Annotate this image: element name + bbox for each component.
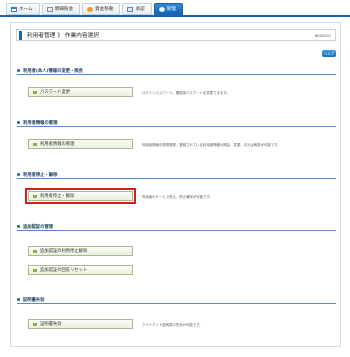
tab-label: 承認 [135,7,145,12]
content-frame: 利用者管理 》 作業内容選択 BRGK001 ヘルプ 利用者(本人)情報の変更・… [10,22,341,347]
section-title: 証明書失効 [23,297,45,303]
tab-label: ホーム [19,7,33,12]
button-label: 追加認証の利用停止解除 [40,249,88,254]
yen-transfer-icon [87,6,94,12]
auth-reset-button[interactable]: 追加認証の回答リセット [28,265,133,275]
item-description: ログインパスワード、確認用パスワードを変更できます。 [142,91,230,95]
tab-approve[interactable]: 承認 [122,3,152,15]
button-label: 追加認証の回答リセット [40,268,88,273]
auth-unlock-button[interactable]: 追加認証の利用停止解除 [28,246,133,256]
title-accent [19,30,22,40]
tab-transfer[interactable]: 資金移動 [82,3,121,15]
page-title: 利用者管理 》 作業内容選択 [27,33,100,39]
button-icon [33,142,37,146]
tab-label: 資金移動 [95,7,114,12]
button-label: 利用者情報の管理 [40,142,75,147]
help-button[interactable]: ヘルプ [322,50,336,57]
section-bullet-icon [17,173,20,176]
tab-admin[interactable]: 管理 [153,3,183,15]
button-icon [33,249,37,253]
section-cert-revoke: 証明書失効 [17,296,336,304]
nav-underline [0,15,350,17]
button-label: パスワード変更 [40,90,71,95]
tab-statement[interactable]: 明細照会 [41,3,81,15]
item-description: クライアント証明書の失効が可能です。 [142,323,203,327]
section-title: 利用者(本人)情報の変更・照会 [23,68,83,74]
section-title: 利用者停止・解除 [23,172,58,178]
section-additional-auth: 追加認証の管理 [17,223,336,231]
button-label: 証明書失効 [40,322,62,327]
item-description: 利用者のサービス停止、停止解除が可能です。 [142,195,213,199]
tab-label: 管理 [166,7,176,12]
screen-id: BRGK001 [314,33,331,38]
tab-label: 明細照会 [54,7,74,12]
section-bullet-icon [17,225,20,228]
cert-revoke-button[interactable]: 証明書失効 [28,319,133,329]
button-icon [33,194,37,198]
section-title: 利用者情報の管理 [23,120,58,126]
page-title-bar: 利用者管理 》 作業内容選択 BRGK001 [16,29,336,41]
section-bullet-icon [17,121,20,124]
section-title: 追加認証の管理 [23,224,54,230]
tab-home[interactable]: ホーム [6,3,40,15]
button-icon [33,268,37,272]
statement-icon [46,6,53,12]
gear-icon [158,6,165,12]
user-management-button[interactable]: 利用者情報の管理 [28,139,133,149]
user-suspend-button[interactable]: 利用者停止・解除 [25,188,136,204]
password-change-button[interactable]: パスワード変更 [28,87,133,97]
home-icon [11,6,17,12]
top-nav: ホーム 明細照会 資金移動 承認 管理 [6,3,183,15]
section-bullet-icon [17,69,20,72]
section-user-management: 利用者情報の管理 [17,119,336,127]
button-icon [33,90,37,94]
section-bullet-icon [17,298,20,301]
approve-icon [127,6,134,12]
button-icon [33,322,37,326]
item-description: 利用者情報の新規登録、登録されている利用者情報の照会、変更、または削除が可能です… [142,143,281,147]
section-profile: 利用者(本人)情報の変更・照会 [17,67,336,75]
section-user-suspend: 利用者停止・解除 [17,171,336,179]
button-label: 利用者停止・解除 [40,194,75,199]
